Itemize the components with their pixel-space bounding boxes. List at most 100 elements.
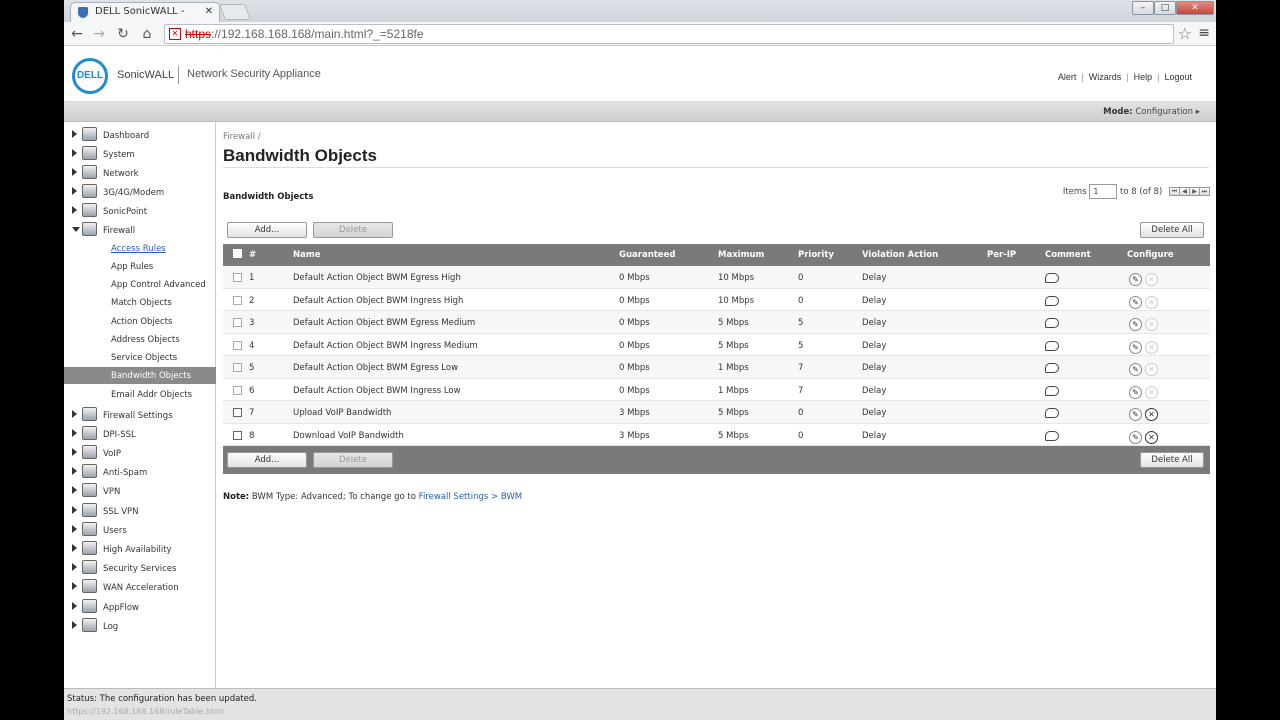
row-violation-action: Delay bbox=[862, 273, 887, 283]
col-comment[interactable]: Comment bbox=[1045, 250, 1091, 260]
row-checkbox[interactable] bbox=[233, 363, 242, 372]
minimize-button[interactable]: – bbox=[1132, 1, 1154, 15]
reload-icon[interactable]: ↻ bbox=[114, 25, 132, 43]
col-configure[interactable]: Configure bbox=[1127, 250, 1174, 260]
sidebar-item-appflow[interactable]: AppFlow bbox=[64, 598, 216, 616]
comment-icon[interactable] bbox=[1045, 408, 1059, 418]
bookmark-star-icon[interactable]: ☆ bbox=[1178, 24, 1192, 43]
col-num[interactable]: # bbox=[249, 250, 256, 260]
row-checkbox[interactable] bbox=[233, 273, 242, 282]
col-violation-action[interactable]: Violation Action bbox=[862, 250, 938, 260]
firewall-settings-bwm-link[interactable]: Firewall Settings > BWM bbox=[419, 492, 522, 502]
last-page-icon[interactable]: ⏭ bbox=[1199, 187, 1210, 196]
logout-link[interactable]: Logout bbox=[1164, 72, 1192, 82]
comment-icon[interactable] bbox=[1045, 295, 1059, 306]
wizards-link[interactable]: Wizards bbox=[1089, 72, 1122, 82]
sidebar-sub-service-objects[interactable]: Service Objects bbox=[64, 349, 216, 366]
table-header: # Name Guaranteed Maximum Priority Viola… bbox=[223, 244, 1210, 266]
sidebar-item-network[interactable]: Network bbox=[64, 164, 216, 182]
edit-icon[interactable]: ✎ bbox=[1129, 295, 1142, 309]
forward-icon[interactable]: → bbox=[90, 25, 108, 43]
maximize-button[interactable]: □ bbox=[1154, 1, 1176, 15]
edit-icon[interactable]: ✎ bbox=[1129, 430, 1142, 444]
add-button-bottom[interactable]: Add... bbox=[227, 452, 307, 468]
row-checkbox[interactable] bbox=[233, 408, 242, 417]
sidebar-item-ssl-vpn[interactable]: SSL VPN bbox=[64, 502, 216, 520]
back-icon[interactable]: ← bbox=[68, 25, 86, 43]
row-checkbox[interactable] bbox=[233, 318, 242, 327]
comment-icon[interactable] bbox=[1045, 273, 1059, 283]
url-input[interactable]: ✕ https://192.168.168.168/main.html?_=52… bbox=[164, 24, 1174, 44]
comment-icon[interactable] bbox=[1045, 318, 1059, 328]
delete-all-button-top[interactable]: Delete All bbox=[1140, 222, 1204, 238]
delete-all-button-bottom[interactable]: Delete All bbox=[1140, 452, 1204, 468]
close-tab-icon[interactable]: ✕ bbox=[205, 3, 213, 21]
sidebar-item-log[interactable]: Log bbox=[64, 617, 216, 635]
sidebar-item-firewall[interactable]: Firewall bbox=[64, 221, 216, 239]
sidebar-item-anti-spam[interactable]: Anti-Spam bbox=[64, 463, 216, 481]
row-violation-action: Delay bbox=[862, 340, 887, 351]
edit-icon[interactable]: ✎ bbox=[1129, 340, 1142, 354]
mode-toggle[interactable]: Mode: Configuration ▸ bbox=[1103, 107, 1200, 117]
comment-icon[interactable] bbox=[1045, 363, 1059, 373]
sidebar-sub-email-addr-objects[interactable]: Email Addr Objects bbox=[64, 386, 216, 403]
col-per-ip[interactable]: Per-IP bbox=[987, 250, 1016, 260]
sidebar-sub-action-objects[interactable]: Action Objects bbox=[64, 313, 216, 330]
sidebar-item-firewall-settings[interactable]: Firewall Settings bbox=[64, 406, 216, 424]
row-name: Default Action Object BWM Ingress Low bbox=[293, 385, 461, 396]
sidebar-item-security-services[interactable]: Security Services bbox=[64, 559, 216, 577]
delete-button-bottom[interactable]: Delete bbox=[313, 452, 393, 468]
sidebar-item-voip[interactable]: VoIP bbox=[64, 444, 216, 462]
window-close-button[interactable]: ✕ bbox=[1176, 1, 1214, 15]
help-link[interactable]: Help bbox=[1134, 72, 1153, 82]
home-icon[interactable]: ⌂ bbox=[138, 25, 156, 43]
edit-icon[interactable]: ✎ bbox=[1129, 385, 1142, 399]
sidebar-item-wan-acceleration[interactable]: WAN Acceleration bbox=[64, 578, 216, 596]
delete-icon[interactable]: ✕ bbox=[1145, 408, 1158, 421]
edit-icon[interactable]: ✎ bbox=[1129, 318, 1142, 331]
row-priority: 5 bbox=[798, 340, 804, 351]
sidebar-sub-app-control-advanced[interactable]: App Control Advanced bbox=[64, 276, 216, 293]
edit-icon[interactable]: ✎ bbox=[1129, 408, 1142, 421]
browser-menu-icon[interactable]: ≡ bbox=[1198, 25, 1210, 41]
url-scheme: https bbox=[185, 27, 212, 41]
delete-icon[interactable]: ✕ bbox=[1145, 430, 1158, 444]
add-button-top[interactable]: Add... bbox=[227, 222, 307, 238]
sidebar-item-high-availability[interactable]: High Availability bbox=[64, 540, 216, 558]
items-start-input[interactable]: 1 bbox=[1089, 184, 1118, 199]
comment-icon[interactable] bbox=[1045, 385, 1059, 396]
row-maximum: 1 Mbps bbox=[718, 363, 749, 373]
row-checkbox[interactable] bbox=[233, 430, 242, 440]
alert-link[interactable]: Alert bbox=[1058, 72, 1077, 82]
browser-tab[interactable]: DELL SonicWALL - Admin ✕ bbox=[70, 2, 220, 35]
note-label: Note: bbox=[223, 492, 250, 502]
edit-icon[interactable]: ✎ bbox=[1129, 273, 1142, 286]
col-priority[interactable]: Priority bbox=[798, 250, 834, 260]
sidebar-item-sonicpoint[interactable]: SonicPoint bbox=[64, 202, 216, 220]
sidebar-sub-match-objects[interactable]: Match Objects bbox=[64, 294, 216, 311]
sidebar-item-dashboard[interactable]: Dashboard bbox=[64, 126, 216, 144]
comment-icon[interactable] bbox=[1045, 340, 1059, 351]
col-guaranteed[interactable]: Guaranteed bbox=[619, 250, 675, 260]
col-name[interactable]: Name bbox=[293, 250, 320, 260]
row-checkbox[interactable] bbox=[233, 340, 242, 350]
delete-button-top[interactable]: Delete bbox=[313, 222, 393, 238]
row-checkbox[interactable] bbox=[233, 295, 242, 305]
row-checkbox[interactable] bbox=[233, 385, 242, 395]
sidebar-item-users[interactable]: Users bbox=[64, 521, 216, 539]
tab-strip: DELL SonicWALL - Admin ✕ – □ ✕ bbox=[64, 0, 1216, 35]
breadcrumb[interactable]: Firewall / bbox=[223, 132, 261, 142]
sidebar-sub-app-rules[interactable]: App Rules bbox=[64, 258, 216, 275]
sidebar-item-dpi-ssl[interactable]: DPI-SSL bbox=[64, 425, 216, 443]
sidebar-sub-access-rules[interactable]: Access Rules bbox=[64, 240, 216, 257]
sidebar-item-modem[interactable]: 3G/4G/Modem bbox=[64, 183, 216, 201]
col-maximum[interactable]: Maximum bbox=[718, 250, 764, 260]
sidebar-sub-bandwidth-objects[interactable]: Bandwidth Objects bbox=[64, 367, 216, 384]
sidebar-item-system[interactable]: System bbox=[64, 145, 216, 163]
sidebar-item-vpn[interactable]: VPN bbox=[64, 482, 216, 500]
new-tab-button[interactable] bbox=[219, 4, 251, 20]
comment-icon[interactable] bbox=[1045, 430, 1059, 441]
select-all-checkbox[interactable] bbox=[233, 249, 242, 258]
edit-icon[interactable]: ✎ bbox=[1129, 363, 1142, 376]
sidebar-sub-address-objects[interactable]: Address Objects bbox=[64, 331, 216, 348]
